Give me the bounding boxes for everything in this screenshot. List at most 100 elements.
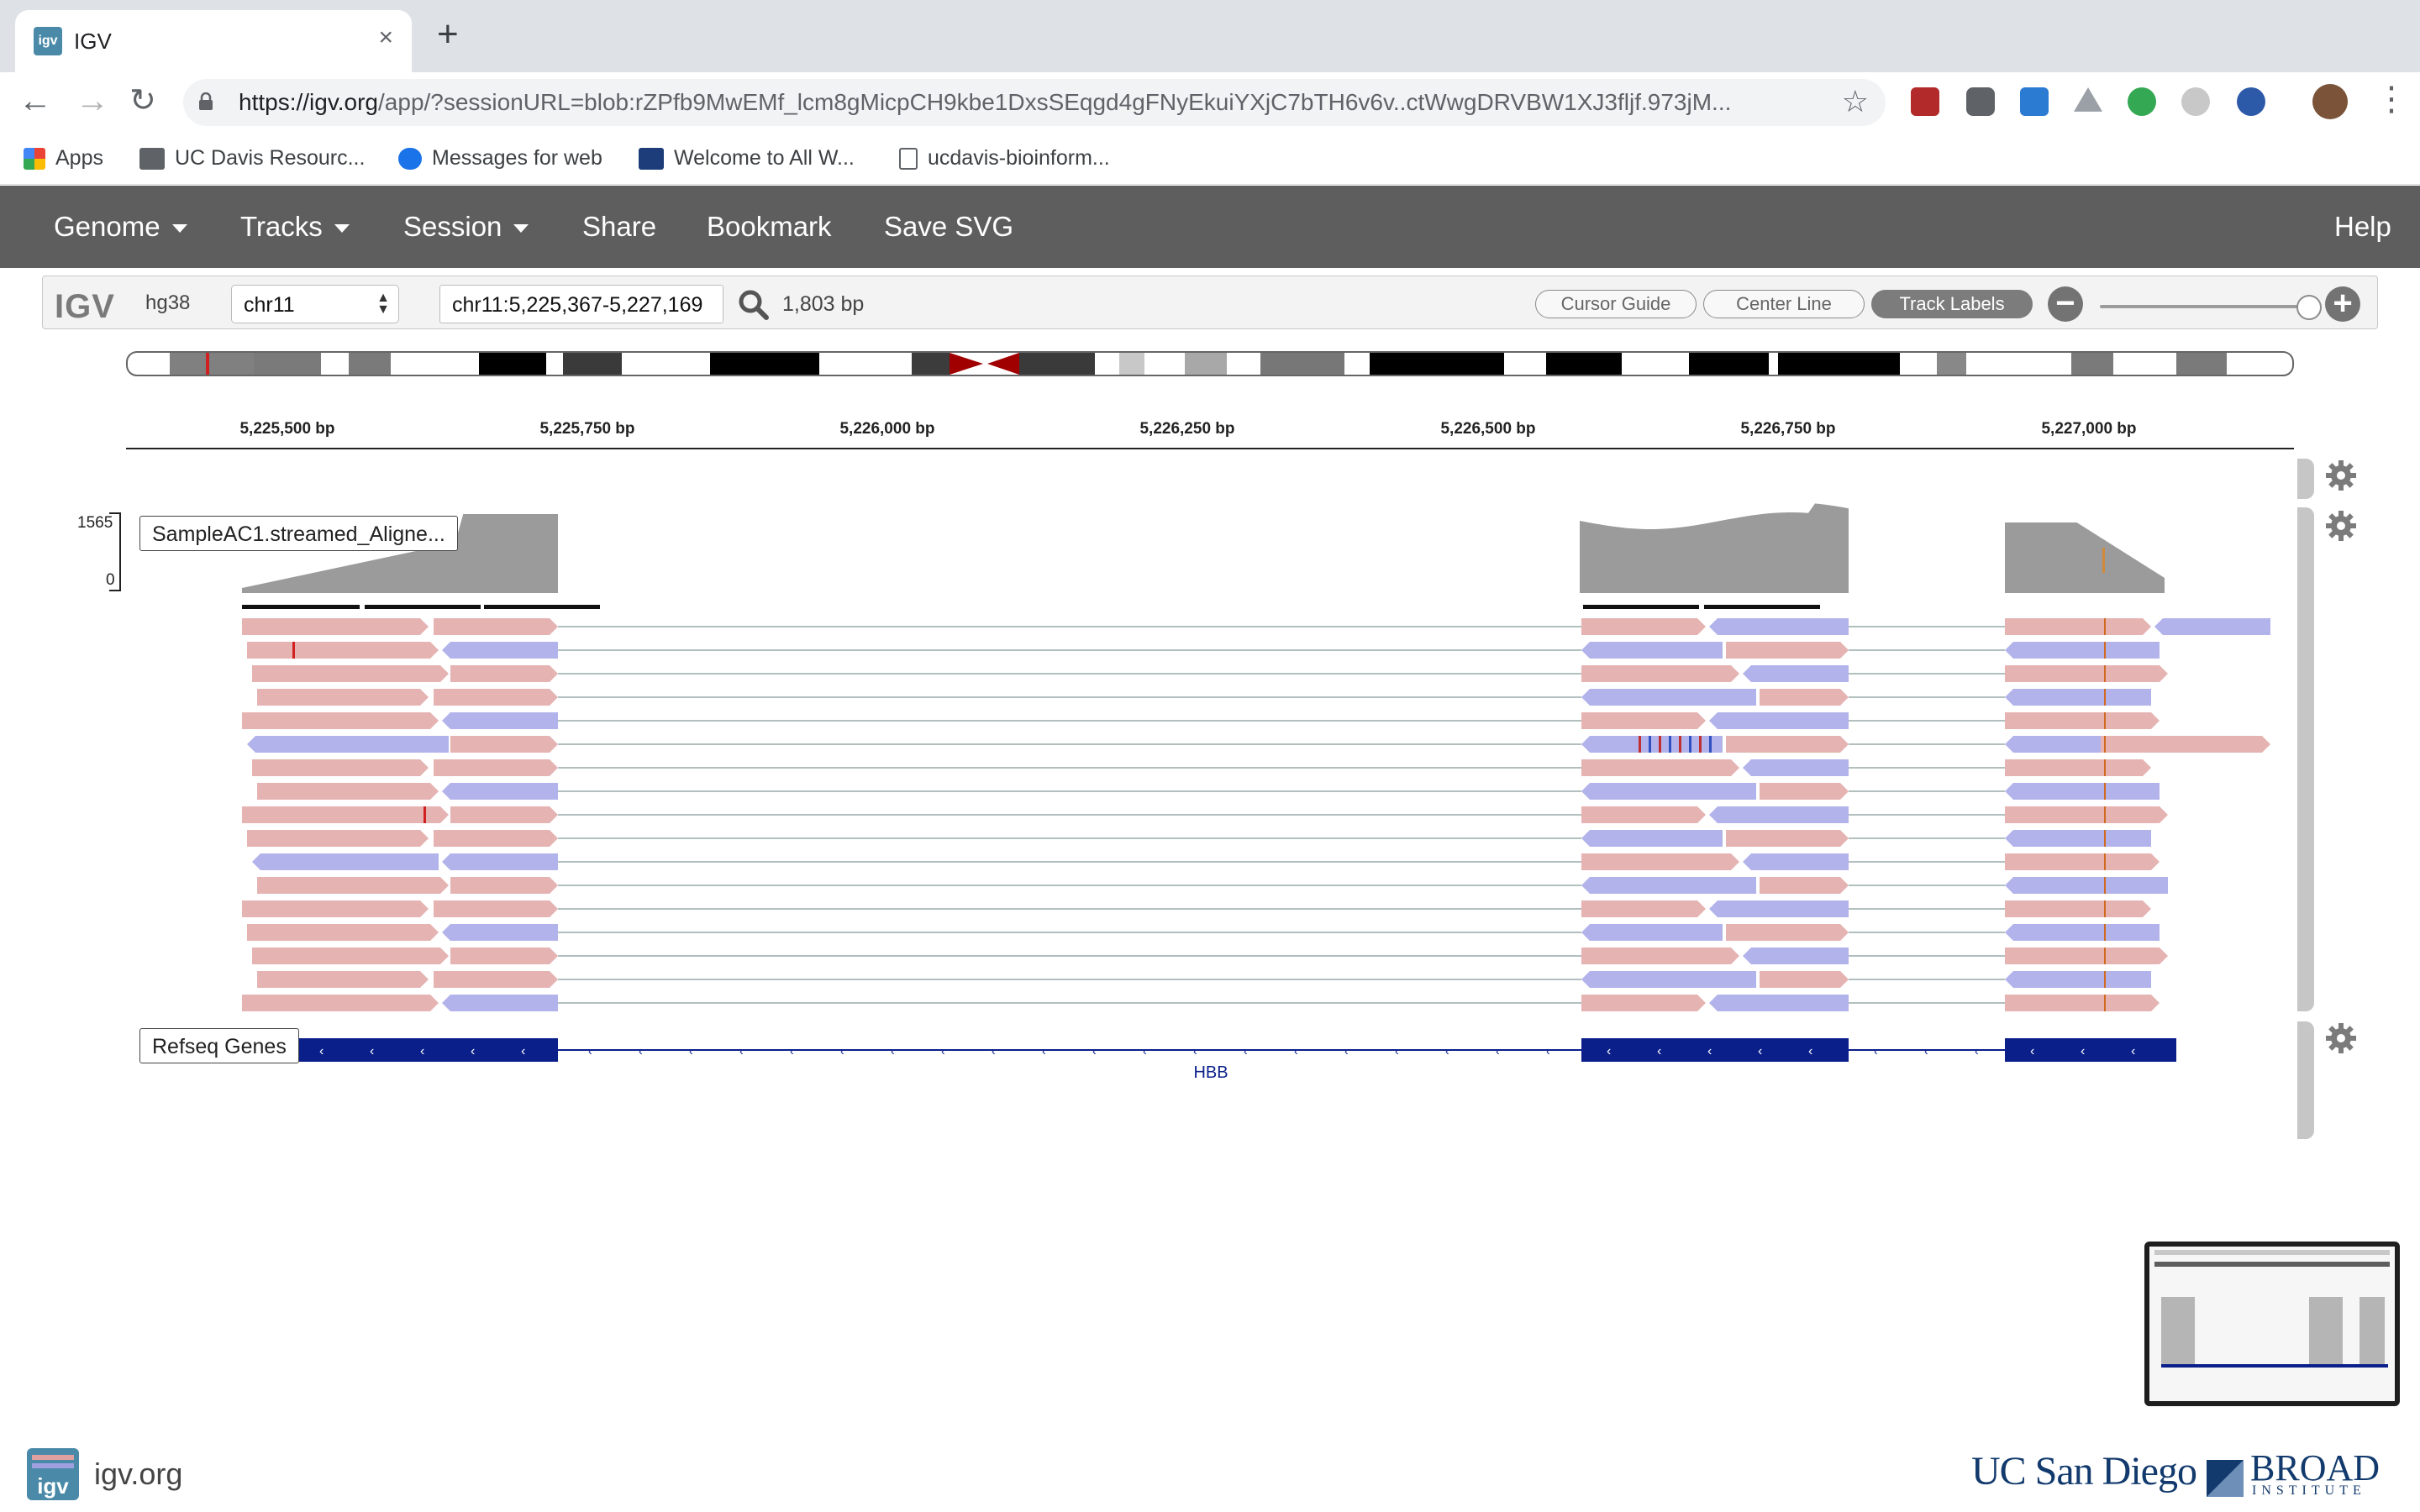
drive-extension-icon[interactable] — [2074, 87, 2102, 112]
forward-read — [257, 877, 449, 894]
downsample-marker — [1583, 605, 1699, 609]
strand-chevron-icon: ‹ — [1344, 1044, 1349, 1058]
ruler-axis-line — [126, 448, 2294, 449]
strand-chevron-icon: ‹ — [1546, 1044, 1550, 1058]
reverse-read — [1709, 995, 1849, 1011]
mismatch-mark — [2104, 830, 2106, 847]
coverage-histogram — [2005, 522, 2165, 593]
forward-read — [434, 900, 558, 917]
mismatch-mark — [1659, 736, 1661, 753]
gene-track-label[interactable]: Refseq Genes — [139, 1028, 299, 1063]
browser-tab-strip: igv IGV × + — [0, 0, 2420, 72]
menu-session[interactable]: Session — [403, 211, 529, 243]
search-icon[interactable] — [737, 288, 771, 322]
center-line-toggle[interactable]: Center Line — [1703, 290, 1865, 318]
forward-read — [434, 689, 558, 706]
igv-favicon-icon: igv — [34, 27, 62, 55]
bookmark-uc-davis[interactable]: UC Davis Resourc... — [139, 141, 365, 175]
strand-chevron-icon: ‹ — [1924, 1044, 1928, 1058]
menu-tracks[interactable]: Tracks — [240, 211, 350, 243]
tab-close-icon[interactable]: × — [378, 24, 393, 52]
locus-search-input[interactable]: chr11:5,225,367-5,227,169 — [439, 285, 723, 323]
forward-read — [1581, 995, 1706, 1011]
thumb-reads-mid — [2309, 1297, 2343, 1364]
apps-grid-icon — [24, 148, 45, 171]
reverse-read — [1581, 924, 1723, 941]
bookmark-ucdavis-bioinform[interactable]: ucdavis-bioinform... — [899, 141, 1110, 175]
chrome-menu-icon[interactable]: ⋮ — [2375, 79, 2408, 119]
bookmark-star-icon[interactable]: ☆ — [1842, 84, 1869, 119]
forward-arrow-icon[interactable]: → — [76, 81, 109, 121]
new-tab-button[interactable]: + — [437, 15, 459, 54]
hangouts-extension-icon[interactable] — [2128, 87, 2156, 116]
coverage-mismatch-mark — [2102, 548, 2105, 573]
mismatch-mark — [2104, 877, 2106, 894]
forward-read — [1581, 948, 1739, 964]
igv-site-link[interactable]: igv.org — [94, 1457, 182, 1492]
folder-icon — [139, 148, 165, 171]
menu-share[interactable]: Share — [582, 211, 656, 243]
ruler-settings-gear-icon[interactable] — [2324, 459, 2358, 492]
extension-circle-icon[interactable] — [2181, 87, 2210, 116]
profile-avatar[interactable] — [2312, 84, 2348, 119]
reverse-read — [252, 853, 439, 870]
strand-chevron-icon: ‹ — [1758, 1044, 1762, 1058]
alignment-track-label[interactable]: SampleAC1.streamed_Aligne... — [139, 516, 458, 551]
mismatch-mark — [2104, 853, 2106, 870]
back-arrow-icon[interactable]: ← — [18, 81, 52, 121]
zoom-out-button[interactable]: − — [2048, 286, 2083, 322]
strand-chevron-icon: ‹ — [1808, 1044, 1812, 1058]
strand-chevron-icon: ‹ — [1395, 1044, 1399, 1058]
gene-name-label[interactable]: HBB — [1193, 1063, 1228, 1083]
svg-text:igv: igv — [37, 1473, 69, 1499]
reverse-read — [1709, 900, 1849, 917]
menu-genome[interactable]: Genome — [54, 211, 187, 243]
menu-save-svg[interactable]: Save SVG — [884, 211, 1013, 243]
bookmark-welcome[interactable]: Welcome to All W... — [639, 141, 855, 175]
mismatch-mark — [2104, 806, 2106, 823]
strand-chevron-icon: ‹ — [1874, 1044, 1878, 1058]
address-bar[interactable]: https://igv.org/app/?sessionURL=blob:rZP… — [183, 79, 1886, 126]
forward-read — [2005, 995, 2160, 1011]
bookmark-apps[interactable]: Apps — [24, 141, 103, 175]
chromosome-value: chr11 — [244, 293, 295, 317]
alignment-reads — [242, 618, 2270, 1011]
mismatch-mark — [2104, 642, 2106, 659]
reverse-read — [442, 712, 558, 729]
cursor-guide-toggle[interactable]: Cursor Guide — [1535, 290, 1697, 318]
menu-help[interactable]: Help — [2334, 211, 2391, 243]
mendeley-extension-icon[interactable] — [1911, 87, 1939, 116]
chromosome-ideogram[interactable] — [126, 351, 2294, 376]
ruler-track-gutter[interactable] — [2297, 459, 2314, 499]
forward-read — [257, 783, 439, 800]
chromosome-select[interactable]: chr11 ▲ ▼ — [231, 285, 399, 323]
strand-chevron-icon: ‹ — [521, 1044, 525, 1058]
zoom-slider-track[interactable] — [2100, 305, 2310, 308]
strand-chevron-icon: ‹ — [588, 1044, 592, 1058]
menu-bookmark[interactable]: Bookmark — [707, 211, 832, 243]
trello-extension-icon[interactable] — [2020, 87, 2049, 116]
mismatch-mark — [292, 642, 295, 659]
window-thumbnail[interactable] — [2144, 1242, 2400, 1406]
mismatch-mark — [1639, 736, 1641, 753]
zoom-slider-handle[interactable] — [2296, 295, 2322, 320]
ruler-tick: 5,226,000 bp — [839, 420, 935, 438]
caret-down-icon — [171, 224, 187, 234]
caret-down-icon — [334, 224, 350, 234]
mismatch-mark — [1709, 736, 1712, 753]
reload-icon[interactable]: ↻ — [129, 81, 156, 121]
forward-read — [242, 900, 429, 917]
alignment-and-gene-view[interactable]: ‹ ‹ ‹ ‹ ‹ ‹ ‹ ‹ ‹ ‹ ‹ ‹ ‹ ‹ ‹ ‹ ‹ ‹ ‹ ‹ ‹ ‹ ‹ ‹ ‹ ‹ ‹ ‹ ‹ ‹ ‹ ‹ ‹ ‹ ‹ ‹ — [0, 496, 2420, 1117]
forward-read — [2005, 900, 2151, 917]
track-labels-toggle[interactable]: Track Labels — [1871, 290, 2033, 318]
browser-tab[interactable]: igv IGV × — [15, 10, 412, 72]
pocket-extension-icon[interactable] — [1966, 87, 1995, 116]
mismatch-mark — [1679, 736, 1681, 753]
zoom-in-button[interactable]: + — [2325, 286, 2360, 322]
strand-chevron-icon: ‹ — [471, 1044, 475, 1058]
bookmark-messages[interactable]: Messages for web — [398, 141, 602, 175]
forward-read — [257, 689, 429, 706]
thumb-reads-right — [2360, 1297, 2385, 1364]
password-extension-icon[interactable] — [2237, 87, 2265, 116]
mismatch-mark — [2104, 689, 2106, 706]
